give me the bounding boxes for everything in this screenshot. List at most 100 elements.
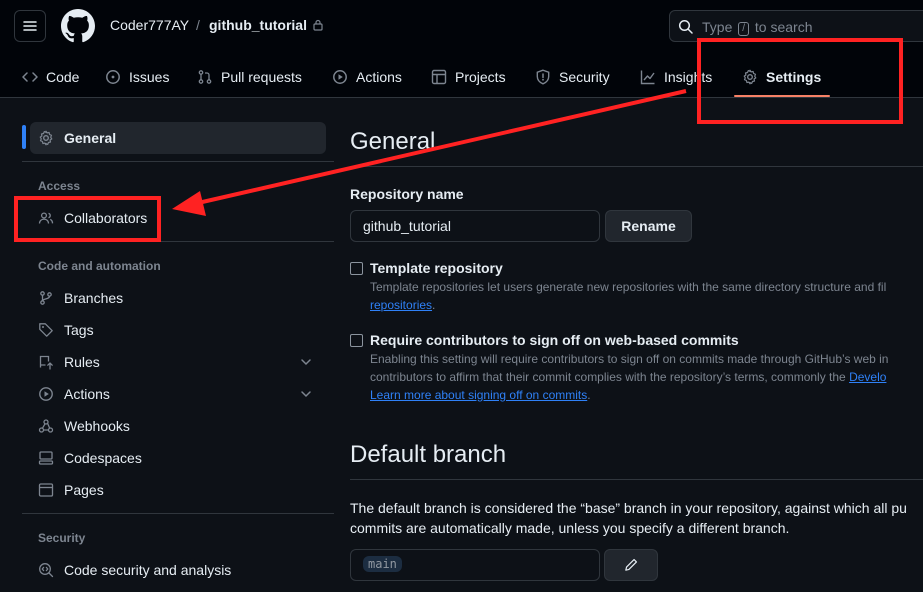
table-icon (431, 69, 447, 85)
tab-insights[interactable]: Insights (640, 56, 712, 98)
sidebar-item-general[interactable]: General (30, 122, 326, 154)
tab-actions[interactable]: Actions (332, 56, 402, 98)
github-logo-icon[interactable] (61, 9, 95, 43)
signoff-note-line-3: Learn more about signing off on commits. (370, 386, 591, 404)
default-branch-field: main (350, 549, 600, 581)
rename-button[interactable]: Rename (605, 210, 692, 242)
template-repository-title: Template repository (370, 260, 503, 276)
tag-icon (39, 323, 53, 337)
hamburger-menu-button[interactable] (14, 10, 46, 42)
developer-terms-link[interactable]: Develo (849, 370, 886, 384)
pencil-icon (625, 558, 638, 571)
tab-code-label: Code (46, 69, 80, 85)
tab-insights-label: Insights (664, 69, 713, 85)
settings-main: General Repository name github_tutorial … (350, 98, 923, 592)
people-icon (38, 212, 54, 224)
tab-issues-label: Issues (129, 69, 170, 85)
default-branch-desc-line-2: commits are automatically made, unless y… (350, 520, 790, 536)
sidebar-item-rules[interactable]: Rules (30, 346, 326, 378)
lock-icon (313, 19, 323, 31)
repo-tabs: Code Issues Pull requests Actions Projec… (0, 56, 923, 98)
note-period: . (587, 388, 591, 402)
sidebar-divider (22, 241, 334, 242)
tab-pull-requests[interactable]: Pull requests (197, 56, 302, 98)
tab-settings[interactable]: Settings (742, 56, 821, 98)
tab-projects[interactable]: Projects (431, 56, 506, 98)
tab-pull-requests-label: Pull requests (221, 69, 302, 85)
repo-name-input[interactable]: github_tutorial (350, 210, 600, 242)
tab-security-label: Security (559, 69, 610, 85)
repo-name-label: Repository name (350, 186, 464, 202)
sidebar-item-code-security[interactable]: Code security and analysis (30, 554, 326, 586)
repo-push-icon (39, 355, 53, 370)
webhook-icon (38, 419, 54, 433)
title-divider (350, 166, 923, 167)
sidebar-item-label: Branches (64, 290, 124, 306)
template-repository-checkbox[interactable] (350, 262, 363, 275)
code-icon (22, 72, 38, 82)
tab-actions-label: Actions (356, 69, 402, 85)
sidebar-heading-access: Access (38, 179, 81, 193)
sidebar-item-label: Code security and analysis (64, 562, 232, 578)
gear-icon (39, 130, 53, 146)
chevron-down-icon[interactable] (300, 388, 312, 400)
signoff-note-line-1: Enabling this setting will require contr… (370, 352, 889, 366)
tab-issues[interactable]: Issues (105, 56, 169, 98)
hamburger-icon (23, 21, 37, 31)
tab-security[interactable]: Security (535, 56, 610, 98)
pull-request-icon (198, 70, 212, 84)
sidebar-item-label: General (64, 130, 117, 146)
owner-link[interactable]: Coder777AY (110, 17, 189, 33)
template-repository-note: Template repositories let users generate… (370, 280, 887, 294)
search-icon (678, 19, 693, 34)
template-repositories-link[interactable]: repositories (370, 298, 432, 312)
codescan-icon (39, 563, 54, 578)
chevron-down-icon[interactable] (300, 356, 312, 368)
page-title: General (350, 128, 436, 155)
sidebar-item-label: Actions (64, 386, 110, 402)
sidebar-item-label: Tags (64, 322, 94, 338)
signoff-note-text: contributors to affirm that their commit… (370, 370, 850, 384)
search-input[interactable]: Type / to search (669, 10, 923, 42)
default-branch-desc-line-1: The default branch is considered the “ba… (350, 500, 907, 516)
sidebar-item-label: Rules (64, 354, 100, 370)
signoff-checkbox[interactable] (350, 334, 363, 347)
sidebar-item-label: Webhooks (64, 418, 130, 434)
search-shortcut-key: / (738, 22, 750, 36)
browser-icon (38, 483, 54, 497)
edit-default-branch-button[interactable] (604, 549, 658, 581)
sidebar-item-codespaces[interactable]: Codespaces (30, 442, 326, 474)
search-suffix: to search (754, 19, 813, 35)
sidebar-item-actions[interactable]: Actions (30, 378, 326, 410)
settings-sidebar: General Access Collaborators Code and au… (0, 98, 340, 592)
tab-code[interactable]: Code (22, 56, 79, 98)
sidebar-item-label: Collaborators (64, 210, 148, 226)
codespaces-icon (38, 451, 54, 465)
sidebar-item-collaborators[interactable]: Collaborators (30, 202, 326, 234)
template-repository-note-line-2: repositories. (370, 296, 435, 314)
signoff-learn-more-link[interactable]: Learn more about signing off on commits (370, 388, 587, 402)
top-bar: Coder777AY / github_tutorial Type / to s… (0, 0, 923, 98)
selected-indicator (22, 125, 26, 149)
play-icon (333, 70, 347, 84)
sidebar-item-webhooks[interactable]: Webhooks (30, 410, 326, 442)
section-divider (350, 479, 923, 480)
note-period: . (432, 298, 436, 312)
repo-link[interactable]: github_tutorial (209, 17, 307, 33)
sidebar-heading-security: Security (38, 531, 86, 545)
sidebar-item-tags[interactable]: Tags (30, 314, 326, 346)
active-tab-underline (734, 95, 830, 97)
play-icon (39, 387, 53, 401)
path-separator: / (196, 17, 200, 33)
issue-icon (106, 70, 120, 84)
branch-icon (40, 291, 52, 305)
signoff-title: Require contributors to sign off on web-… (370, 332, 739, 348)
tab-projects-label: Projects (455, 69, 506, 85)
search-prefix: Type (702, 19, 733, 35)
sidebar-item-pages[interactable]: Pages (30, 474, 326, 506)
sidebar-divider (22, 161, 334, 162)
search-placeholder: Type / to search (702, 19, 813, 36)
sidebar-item-branches[interactable]: Branches (30, 282, 326, 314)
branch-name-tag: main (363, 556, 402, 572)
sidebar-heading-code-automation: Code and automation (38, 259, 161, 273)
